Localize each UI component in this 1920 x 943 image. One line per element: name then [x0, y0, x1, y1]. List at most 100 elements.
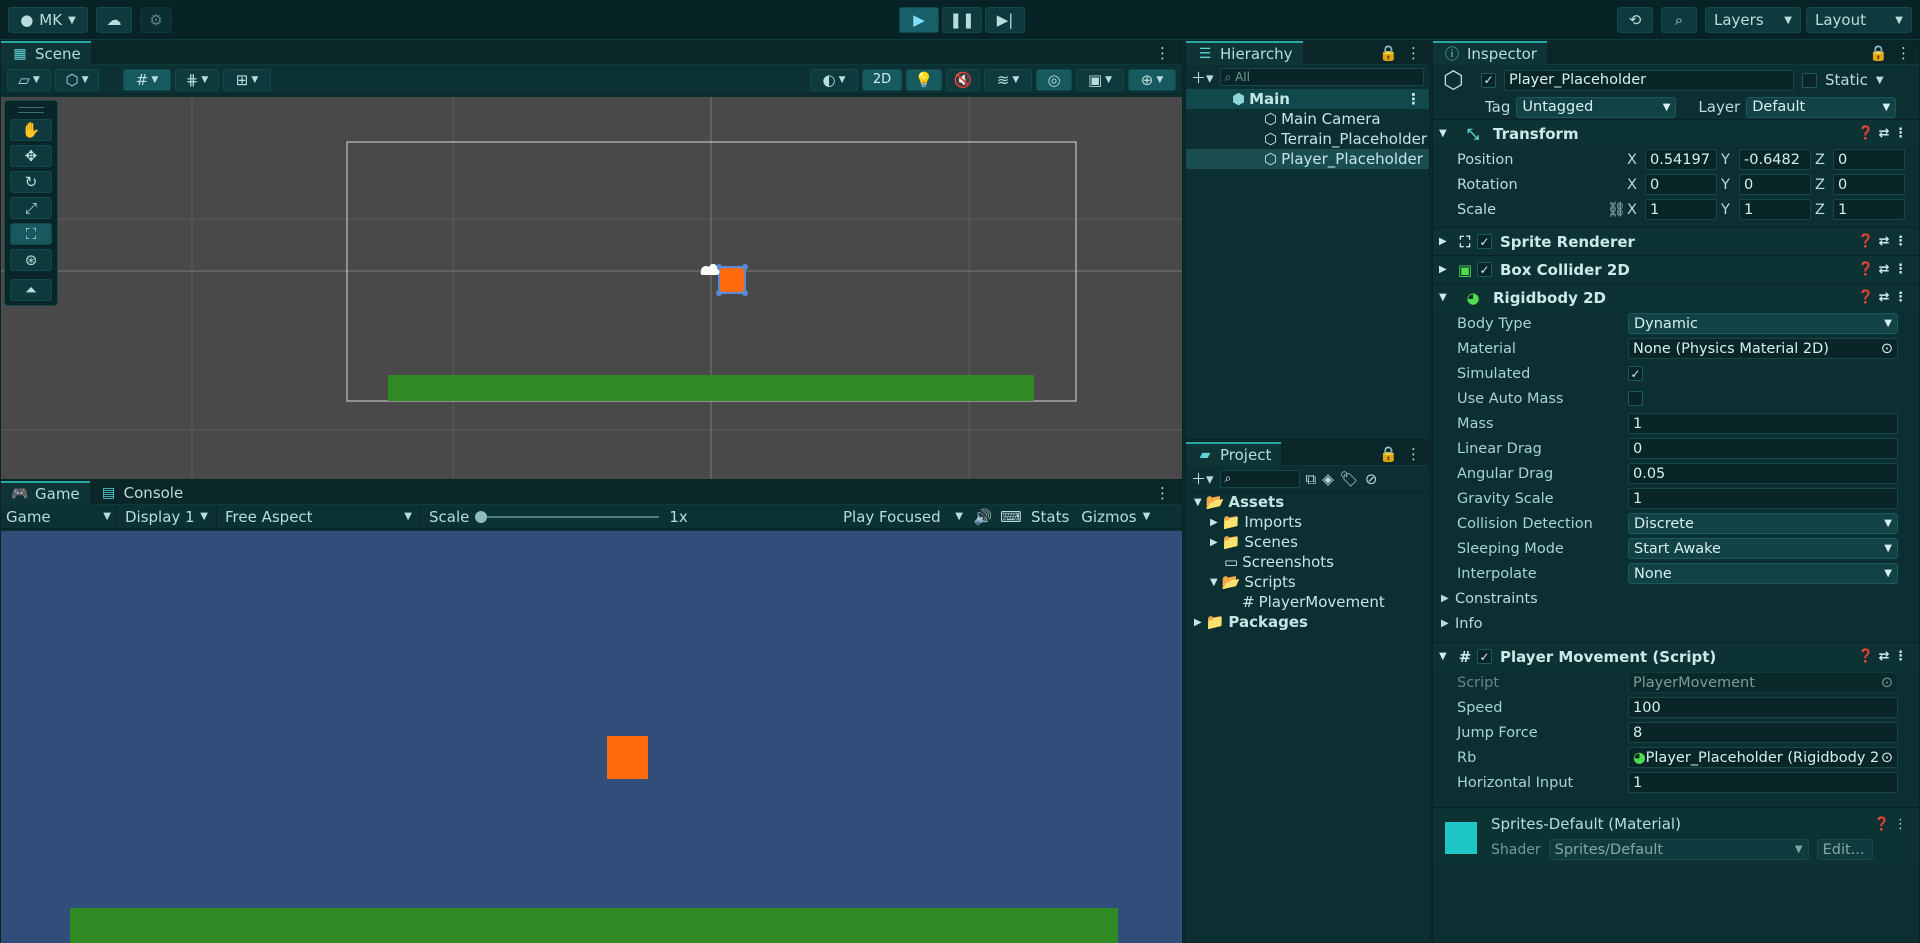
rect-tool-button[interactable]: ⛶	[10, 223, 52, 245]
mass-field[interactable]: 1	[1628, 413, 1898, 434]
hierarchy-item-terrain[interactable]: ⬡ Terrain_Placeholder	[1186, 129, 1429, 149]
body-type-dropdown[interactable]: Dynamic ▼	[1628, 313, 1898, 334]
hierarchy-search-input[interactable]: ⌕ All	[1219, 68, 1424, 86]
account-button[interactable]: ● MK ▼	[8, 7, 88, 33]
visibility-toggle[interactable]: ◎	[1036, 68, 1072, 91]
help-icon[interactable]: ❓ ⇄ ⋮	[1858, 262, 1907, 277]
drag-handle-icon[interactable]	[18, 107, 44, 113]
help-icon[interactable]: ❓ ⇄ ⋮	[1858, 290, 1907, 305]
label-icon[interactable]: 🏷	[1340, 470, 1359, 488]
aspect-dropdown[interactable]: Free Aspect ▼	[217, 504, 421, 529]
add-icon[interactable]: ＋▾	[1191, 468, 1214, 489]
align-button[interactable]: ⊞ ▼	[223, 68, 271, 91]
simulated-checkbox[interactable]: ✓	[1628, 366, 1643, 381]
help-icon[interactable]: ❓ ⇄ ⋮	[1858, 234, 1907, 249]
lock-icon[interactable]: 🔒	[1379, 44, 1398, 62]
hidden-packages-icon[interactable]: ⊘	[1365, 470, 1378, 488]
camera-button[interactable]: ▣ ▼	[1076, 68, 1124, 91]
edit-shader-button[interactable]: Edit...	[1816, 839, 1873, 860]
object-picker-icon[interactable]: ⊙	[1881, 341, 1893, 357]
more-options-icon[interactable]: ⋮	[1896, 44, 1911, 62]
horizontal-input-field[interactable]: 1	[1628, 772, 1898, 793]
layout-dropdown[interactable]: Layout ▼	[1806, 7, 1912, 33]
active-checkbox[interactable]: ✓	[1481, 72, 1496, 88]
lighting-toggle[interactable]: 💡	[906, 68, 942, 91]
hierarchy-item-main-camera[interactable]: ⬡ Main Camera	[1186, 109, 1429, 129]
scale-slider[interactable]	[475, 510, 660, 523]
custom-tool-button[interactable]: ⏶	[10, 279, 52, 301]
step-button[interactable]: ▶|	[985, 7, 1025, 33]
slider-thumb[interactable]	[475, 510, 488, 523]
play-focused-dropdown[interactable]: Play Focused ▼	[837, 505, 969, 529]
search-button[interactable]: ⌕	[1661, 7, 1697, 33]
object-picker-icon[interactable]: ⊙	[1881, 750, 1893, 766]
play-button[interactable]: ▶	[899, 7, 939, 33]
draw-mode-button[interactable]: ▱ ▼	[7, 68, 51, 91]
box-collider-header[interactable]: ▶ ▣ ✓ Box Collider 2D ❓ ⇄ ⋮	[1433, 255, 1919, 283]
pause-button[interactable]: ❚❚	[942, 7, 982, 33]
effects-button[interactable]: ≋ ▼	[984, 68, 1032, 91]
grid-snap-button[interactable]: # ▼	[123, 68, 171, 91]
help-icon[interactable]: ❓ ⇄ ⋮	[1858, 649, 1907, 664]
angular-drag-field[interactable]: 0.05	[1628, 463, 1898, 484]
material-field[interactable]: None (Physics Material 2D) ⊙	[1628, 338, 1898, 359]
interpolate-dropdown[interactable]: None ▼	[1628, 563, 1898, 584]
scale-z[interactable]: 1	[1833, 199, 1905, 220]
gravity-scale-field[interactable]: 1	[1628, 488, 1898, 509]
tab-inspector[interactable]: ⓘ Inspector	[1433, 41, 1547, 65]
scale-y[interactable]: 1	[1739, 199, 1811, 220]
2d-toggle[interactable]: 2D	[862, 68, 902, 91]
link-icon[interactable]: ⛓	[1607, 201, 1627, 218]
more-options-icon[interactable]: ⋮	[1406, 445, 1421, 463]
tab-hierarchy[interactable]: ☰ Hierarchy	[1186, 40, 1303, 65]
lock-icon[interactable]: 🔒	[1869, 44, 1888, 62]
rotation-y[interactable]: 0	[1739, 174, 1811, 195]
tag-dropdown[interactable]: Untagged ▼	[1516, 96, 1677, 118]
snap-increment-button[interactable]: ⋕ ▼	[175, 68, 219, 91]
more-options-icon[interactable]: ⋮	[1406, 44, 1421, 62]
project-item-imports[interactable]: ▶ 📁 Imports	[1186, 512, 1429, 532]
sleeping-dropdown[interactable]: Start Awake ▼	[1628, 538, 1898, 559]
object-name-field[interactable]: Player_Placeholder	[1504, 69, 1794, 91]
more-options-icon[interactable]: ⋮	[1155, 44, 1170, 62]
pivot-button[interactable]: ⬡ ▼	[55, 68, 99, 91]
layer-dropdown[interactable]: Default ▼	[1746, 96, 1897, 118]
jump-force-field[interactable]: 8	[1628, 722, 1898, 743]
audio-toggle[interactable]: 🔇	[946, 68, 980, 91]
project-item-scripts[interactable]: ▼ 📂 Scripts	[1186, 572, 1429, 592]
player-movement-checkbox[interactable]: ✓	[1477, 649, 1492, 664]
position-z[interactable]: 0	[1833, 149, 1905, 170]
rigidbody-header[interactable]: ▼ ◕ Rigidbody 2D ❓ ⇄ ⋮	[1433, 283, 1919, 311]
position-x[interactable]: 0.54197	[1645, 149, 1717, 170]
gizmos-dropdown[interactable]: Gizmos ▼	[1075, 505, 1156, 529]
static-checkbox[interactable]	[1802, 72, 1817, 88]
scale-tool-button[interactable]: ⤢	[10, 197, 52, 219]
project-item-screenshots[interactable]: ▭ Screenshots	[1186, 552, 1429, 572]
project-item-packages[interactable]: ▶ 📁 Packages	[1186, 612, 1429, 632]
rotation-z[interactable]: 0	[1833, 174, 1905, 195]
position-y[interactable]: -0.6482	[1739, 149, 1811, 170]
scene-viewport[interactable]: ✋ ✥ ↻ ⤢ ⛶ ⊛ ⏶	[1, 97, 1182, 479]
help-icon[interactable]: ❓ ⇄ ⋮	[1858, 126, 1907, 141]
keyboard-icon[interactable]: ⌨	[997, 508, 1025, 526]
gizmos-button[interactable]: ⊕ ▼	[1128, 68, 1176, 91]
project-item-player-movement[interactable]: # PlayerMovement	[1186, 592, 1429, 612]
hand-tool-button[interactable]: ✋	[10, 119, 52, 141]
search-filter-icon[interactable]: ⧉	[1306, 470, 1317, 488]
more-options-icon[interactable]: ⋮	[1155, 484, 1170, 502]
rotate-tool-button[interactable]: ↻	[10, 171, 52, 193]
tab-console[interactable]: ▤ Console	[90, 481, 194, 505]
move-tool-button[interactable]: ✥	[10, 145, 52, 167]
rb-field[interactable]: ◕ Player_Placeholder (Rigidbody 2 ⊙	[1628, 747, 1898, 768]
stats-button[interactable]: Stats	[1025, 508, 1075, 526]
constraints-foldout[interactable]: ▶ Constraints	[1433, 586, 1919, 611]
more-options-icon[interactable]: ⋮	[1406, 90, 1421, 108]
transform-header[interactable]: ▼ ⤡ Transform ❓ ⇄ ⋮	[1433, 119, 1919, 147]
player-movement-header[interactable]: ▼ # ✓ Player Movement (Script) ❓ ⇄ ⋮	[1433, 642, 1919, 670]
layers-dropdown[interactable]: Layers ▼	[1705, 7, 1801, 33]
history-button[interactable]: ⟲	[1617, 7, 1653, 33]
tab-game[interactable]: 🎮 Game	[1, 480, 90, 505]
use-auto-mass-checkbox[interactable]	[1628, 391, 1643, 406]
hierarchy-item-main[interactable]: ⬢ Main ⋮	[1186, 89, 1429, 109]
shading-mode-button[interactable]: ◐ ▼	[810, 68, 858, 91]
